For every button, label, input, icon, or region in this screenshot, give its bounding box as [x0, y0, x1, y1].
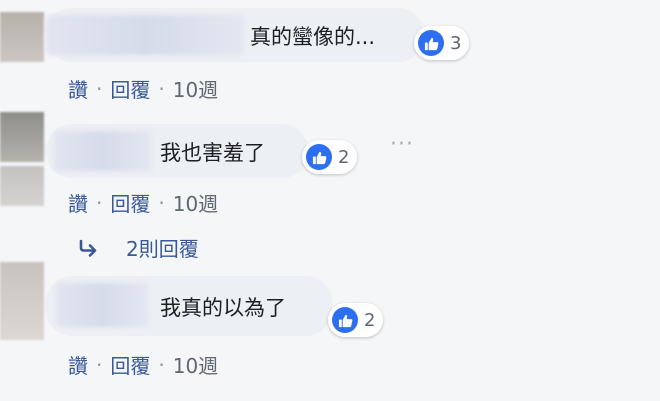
reaction-count: 2 — [338, 146, 350, 168]
avatar[interactable] — [0, 262, 44, 340]
like-link[interactable]: 讚 — [68, 74, 88, 103]
separator-dot: · — [96, 190, 103, 215]
reaction-count: 3 — [450, 32, 462, 54]
thumbs-up-icon — [418, 30, 444, 56]
thumbs-up-icon — [332, 307, 358, 333]
comment-bubble: 我真的以為了 — [46, 276, 332, 336]
separator-dot: · — [96, 76, 103, 101]
thumbs-up-icon — [306, 144, 332, 170]
avatar[interactable] — [0, 12, 44, 62]
reply-link[interactable]: 回覆 — [110, 350, 150, 379]
comment-actions: 讚 · 回覆 · 10週 — [68, 188, 218, 217]
reply-link[interactable]: 回覆 — [110, 74, 150, 103]
commenter-name-blurred[interactable] — [46, 15, 244, 55]
view-replies-link[interactable]: 2則回覆 — [78, 233, 199, 262]
commenter-name-blurred[interactable] — [54, 131, 152, 171]
reaction-badge[interactable]: 2 — [302, 140, 358, 174]
separator-dot: · — [158, 76, 165, 101]
comment-bubble: 真的蠻像的... — [46, 8, 424, 62]
avatar-lower-edge — [0, 166, 44, 206]
more-options-icon[interactable]: ··· — [390, 132, 414, 157]
comment-actions: 讚 · 回覆 · 10週 — [68, 350, 218, 379]
timestamp[interactable]: 10週 — [173, 188, 218, 217]
reaction-badge[interactable]: 2 — [328, 303, 384, 337]
comment-bubble: 我也害羞了 — [46, 124, 308, 178]
commenter-name-blurred[interactable] — [56, 283, 148, 327]
reaction-badge[interactable]: 3 — [414, 26, 470, 60]
like-link[interactable]: 讚 — [68, 350, 88, 379]
avatar[interactable] — [0, 112, 44, 162]
reply-link[interactable]: 回覆 — [110, 188, 150, 217]
reaction-count: 2 — [364, 309, 376, 331]
timestamp[interactable]: 10週 — [173, 350, 218, 379]
reply-arrow-icon — [79, 239, 97, 257]
timestamp[interactable]: 10週 — [173, 74, 218, 103]
replies-count-label[interactable]: 2則回覆 — [126, 233, 199, 262]
comment-text: 我也害羞了 — [160, 141, 265, 165]
separator-dot: · — [158, 190, 165, 215]
separator-dot: · — [96, 352, 103, 377]
comment-text: 我真的以為了 — [160, 296, 286, 320]
like-link[interactable]: 讚 — [68, 188, 88, 217]
comment-text: 真的蠻像的... — [250, 25, 376, 49]
comment-actions: 讚 · 回覆 · 10週 — [68, 74, 218, 103]
separator-dot: · — [158, 352, 165, 377]
